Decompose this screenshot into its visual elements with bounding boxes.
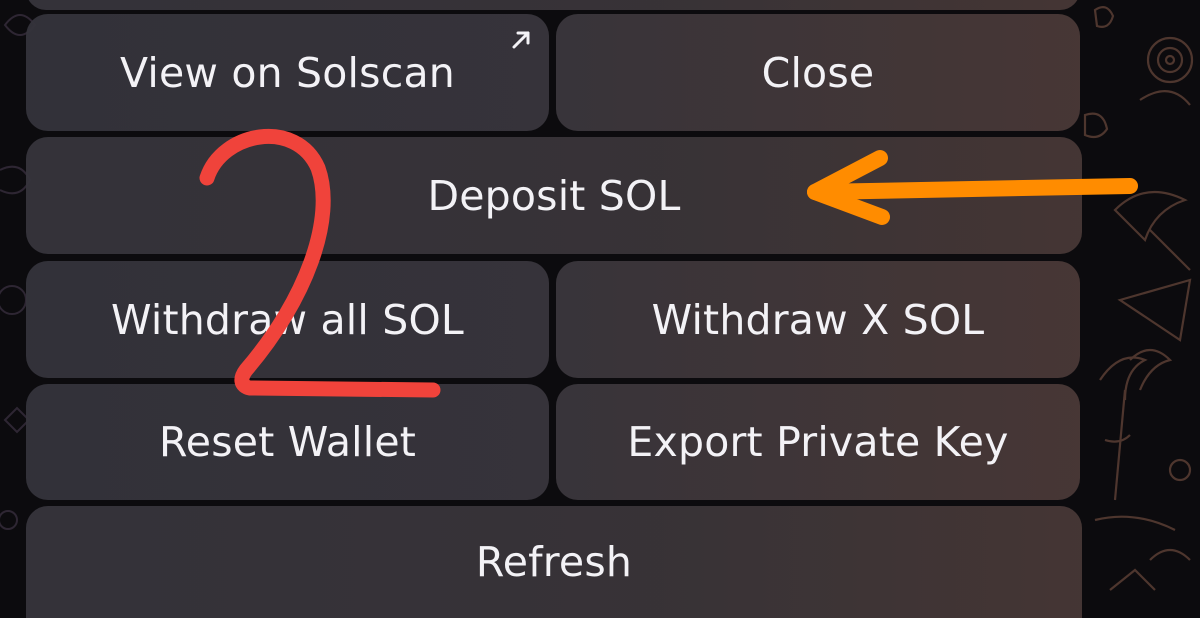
- reset-wallet-button[interactable]: Reset Wallet: [26, 384, 549, 500]
- withdraw-all-sol-button[interactable]: Withdraw all SOL: [26, 261, 549, 378]
- close-label: Close: [761, 48, 875, 97]
- close-button[interactable]: Close: [556, 14, 1080, 131]
- deposit-sol-label: Deposit SOL: [427, 171, 681, 220]
- arrow-up-right-icon: [512, 31, 530, 49]
- view-on-solscan-label: View on Solscan: [120, 48, 455, 97]
- reset-wallet-label: Reset Wallet: [158, 418, 417, 466]
- refresh-label: Refresh: [475, 538, 633, 586]
- withdraw-x-sol-button[interactable]: Withdraw X SOL: [556, 261, 1080, 378]
- export-private-key-label: Export Private Key: [627, 418, 1009, 466]
- export-private-key-button[interactable]: Export Private Key: [556, 384, 1080, 500]
- refresh-button[interactable]: Refresh: [26, 506, 1082, 618]
- withdraw-all-sol-label: Withdraw all SOL: [111, 295, 464, 344]
- withdraw-x-sol-label: Withdraw X SOL: [651, 295, 985, 344]
- deposit-sol-button[interactable]: Deposit SOL: [26, 137, 1082, 254]
- partial-button-above[interactable]: [26, 0, 1080, 10]
- view-on-solscan-button[interactable]: View on Solscan: [26, 14, 549, 131]
